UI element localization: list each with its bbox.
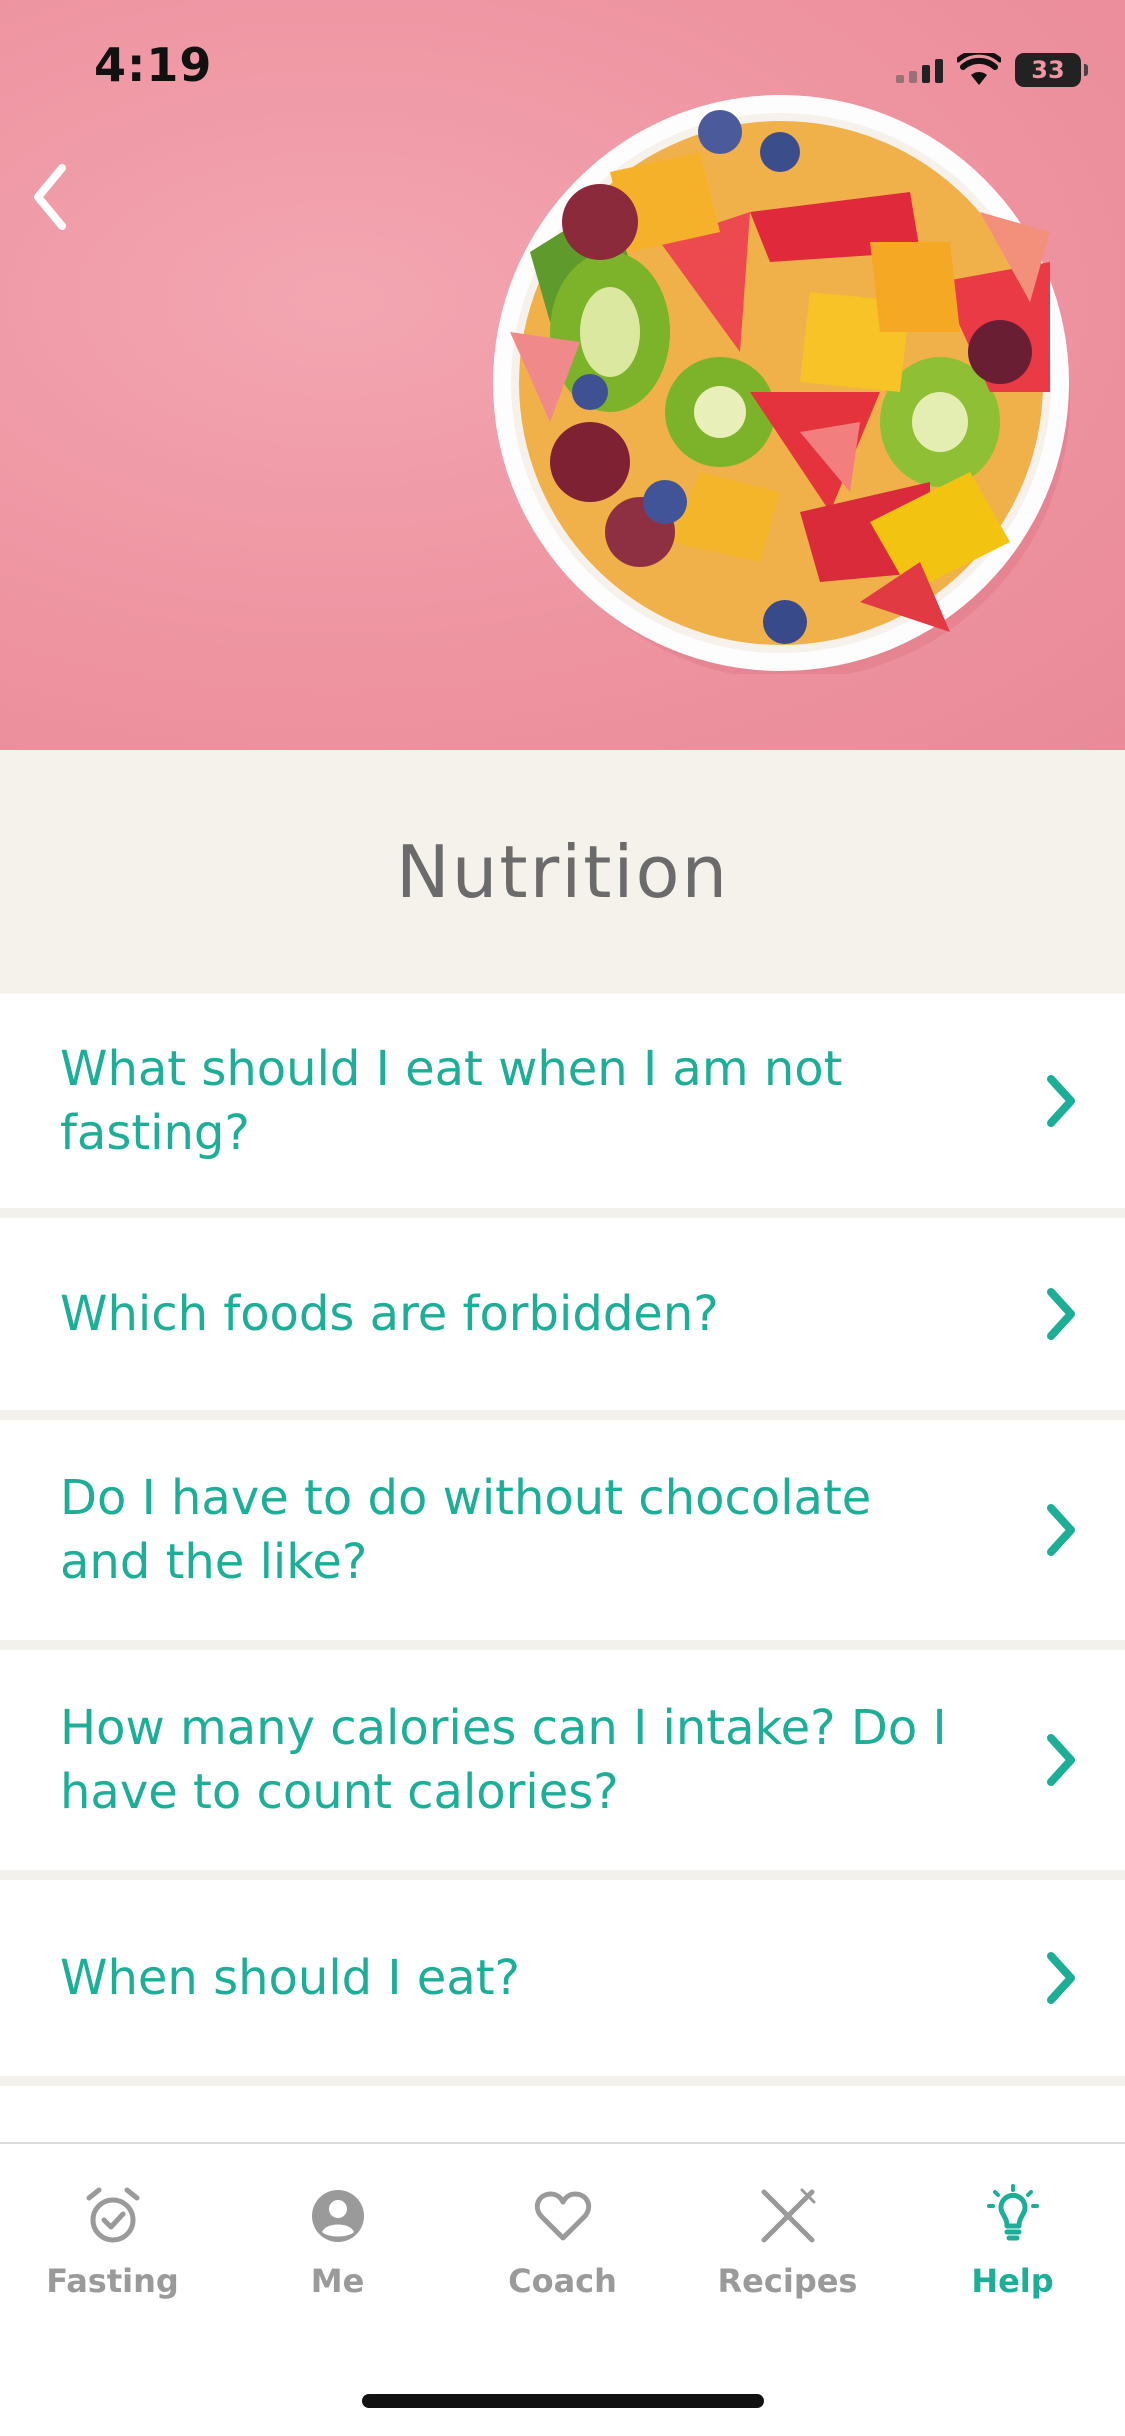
chevron-right-icon bbox=[1047, 1952, 1075, 2004]
alarm-check-icon bbox=[86, 2187, 139, 2243]
tab-fasting[interactable]: Fasting bbox=[0, 2144, 225, 2314]
faq-item[interactable]: What should I eat when I am not fasting? bbox=[0, 994, 1125, 1218]
lightbulb-icon bbox=[986, 2184, 1039, 2241]
chevron-right-icon bbox=[1047, 1075, 1075, 1127]
tab-coach[interactable]: Coach bbox=[450, 2144, 675, 2314]
status-bar: 4:19 33 bbox=[0, 0, 1125, 140]
status-time: 4:19 bbox=[94, 38, 213, 92]
faq-item[interactable]: Which foods are forbidden? bbox=[0, 1218, 1125, 1420]
faq-question: Do I have to do without chocolate and th… bbox=[60, 1470, 872, 1590]
faq-item[interactable]: When should I eat? bbox=[0, 1880, 1125, 2086]
cellular-signal-icon bbox=[896, 57, 943, 83]
battery-level: 33 bbox=[1031, 56, 1065, 84]
tab-label: Recipes bbox=[717, 2262, 858, 2300]
home-indicator[interactable] bbox=[362, 2394, 764, 2408]
faq-list: What should I eat when I am not fasting?… bbox=[0, 994, 1125, 2086]
tab-me[interactable]: Me bbox=[225, 2144, 450, 2314]
faq-question: How many calories can I intake? Do I hav… bbox=[60, 1700, 947, 1820]
faq-question: What should I eat when I am not fasting? bbox=[60, 1041, 843, 1161]
faq-item[interactable]: How many calories can I intake? Do I hav… bbox=[0, 1650, 1125, 1880]
tab-bar: Fasting Me Coach Recipes Help bbox=[0, 2142, 1125, 2436]
faq-question: When should I eat? bbox=[60, 1950, 521, 2006]
status-icons: 33 bbox=[896, 48, 1088, 92]
wifi-icon bbox=[957, 53, 1001, 85]
section-header: Nutrition bbox=[0, 750, 1125, 994]
chevron-right-icon bbox=[1047, 1734, 1075, 1786]
tab-label: Help bbox=[971, 2262, 1054, 2300]
tab-label: Fasting bbox=[46, 2262, 179, 2300]
fork-knife-icon bbox=[761, 2188, 815, 2243]
back-button[interactable] bbox=[14, 152, 86, 242]
fruit-bowl-image bbox=[493, 95, 1070, 674]
tab-label: Coach bbox=[508, 2262, 617, 2300]
tab-recipes[interactable]: Recipes bbox=[675, 2144, 900, 2314]
chevron-right-icon bbox=[1047, 1504, 1075, 1556]
tab-label: Me bbox=[310, 2262, 365, 2300]
faq-item[interactable]: Do I have to do without chocolate and th… bbox=[0, 1420, 1125, 1650]
heart-icon bbox=[534, 2191, 591, 2241]
chevron-right-icon bbox=[1047, 1288, 1075, 1340]
tab-help[interactable]: Help bbox=[900, 2144, 1125, 2314]
faq-question: Which foods are forbidden? bbox=[60, 1286, 719, 1342]
person-icon bbox=[311, 2190, 364, 2242]
page-title: Nutrition bbox=[395, 830, 730, 914]
chevron-left-icon bbox=[34, 164, 66, 230]
battery-icon: 33 bbox=[1015, 53, 1088, 87]
